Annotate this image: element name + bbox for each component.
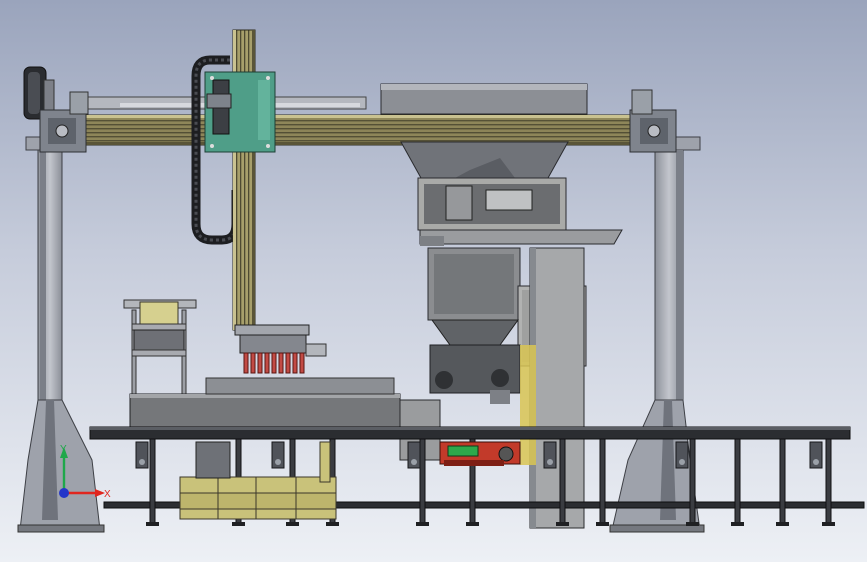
left-support-frame bbox=[17, 111, 105, 533]
conveyor-leg bbox=[734, 438, 741, 526]
conveyor-foot bbox=[596, 522, 609, 526]
conveyor-foot bbox=[686, 522, 699, 526]
palletizing-machine-drawing: Y X bbox=[17, 29, 865, 533]
gripper-nozzle bbox=[257, 352, 263, 374]
packed-bags bbox=[179, 441, 337, 520]
conveyor-foot bbox=[556, 522, 569, 526]
gripper-nozzle bbox=[292, 352, 298, 374]
gripper-nozzle bbox=[264, 352, 270, 374]
conveyor-roller bbox=[679, 459, 685, 465]
bag-table bbox=[129, 377, 441, 461]
conveyor-leg bbox=[419, 438, 426, 526]
gripper-nozzle bbox=[243, 352, 249, 374]
gripper-nozzle bbox=[250, 352, 256, 374]
conveyor-roller bbox=[411, 459, 417, 465]
x-axis-label: X bbox=[104, 489, 111, 500]
conveyor-foot bbox=[822, 522, 835, 526]
bag-magazine bbox=[123, 299, 197, 401]
conveyor-foot bbox=[776, 522, 789, 526]
conveyor-foot bbox=[466, 522, 479, 526]
conveyor-leg bbox=[149, 438, 156, 526]
conveyor-roller bbox=[139, 459, 145, 465]
multi-head-gripper bbox=[234, 324, 327, 374]
conveyor-roller bbox=[275, 459, 281, 465]
conveyor-drive bbox=[439, 441, 521, 466]
conveyor-roller bbox=[813, 459, 819, 465]
gripper-nozzles bbox=[243, 352, 305, 374]
conveyor-foot bbox=[326, 522, 339, 526]
conveyor-leg bbox=[559, 438, 566, 526]
conveyor-leg bbox=[779, 438, 786, 526]
conveyor-foot bbox=[232, 522, 245, 526]
cad-viewport[interactable]: Y X bbox=[0, 0, 867, 562]
conveyor-foot bbox=[416, 522, 429, 526]
carrier-plate bbox=[204, 71, 276, 153]
weighing-hopper bbox=[417, 177, 623, 246]
conveyor-leg bbox=[599, 438, 606, 526]
gripper-nozzle bbox=[278, 352, 284, 374]
gripper-nozzle bbox=[299, 352, 305, 374]
gripper-nozzle bbox=[271, 352, 277, 374]
gripper-nozzle bbox=[285, 352, 291, 374]
conveyor-foot bbox=[146, 522, 159, 526]
conveyor-leg bbox=[689, 438, 696, 526]
conveyor-leg bbox=[825, 438, 832, 526]
conveyor-roller bbox=[547, 459, 553, 465]
conveyor-foot bbox=[731, 522, 744, 526]
y-axis-label: Y bbox=[60, 444, 67, 455]
z-axis-dot bbox=[59, 488, 69, 498]
conveyor-foot bbox=[286, 522, 299, 526]
